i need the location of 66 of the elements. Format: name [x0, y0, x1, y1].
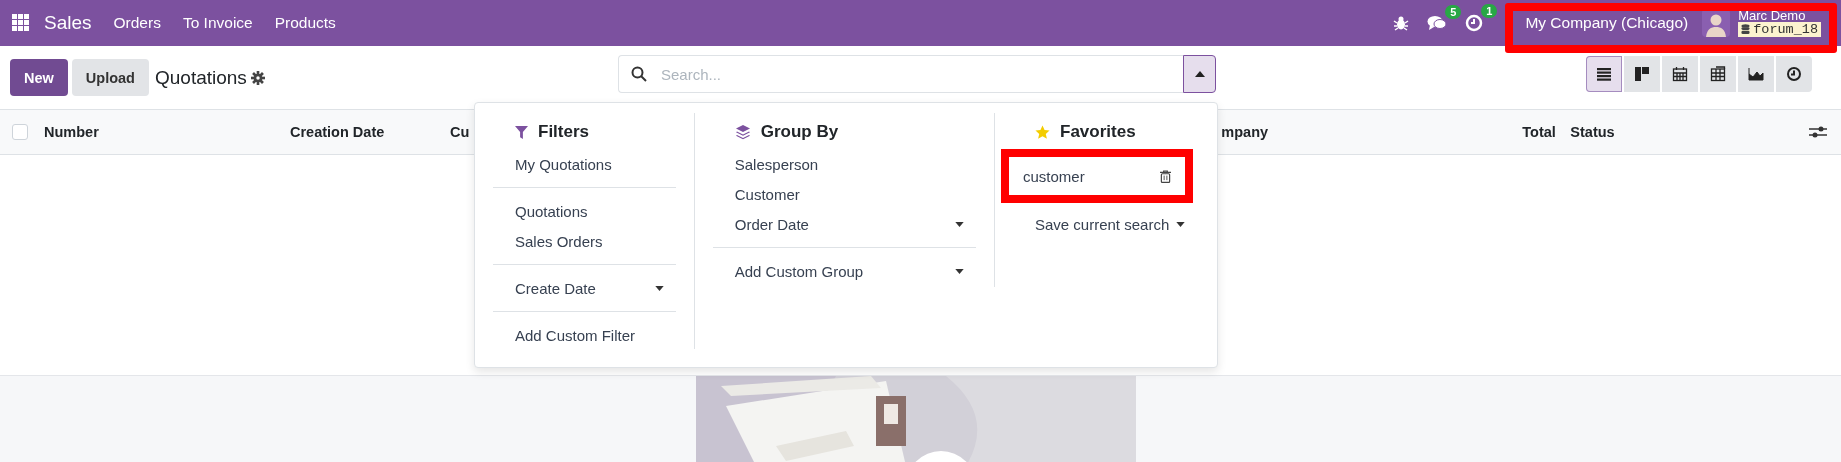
- breadcrumb-title: Quotations: [154, 66, 247, 89]
- search-icon: [631, 66, 647, 82]
- count-badge: 5: [1445, 5, 1462, 19]
- apps-menu-icon[interactable]: [12, 14, 30, 32]
- select-all-checkbox[interactable]: [12, 124, 28, 140]
- calendar-view-icon: [1672, 66, 1688, 82]
- list-view-button[interactable]: [1586, 56, 1622, 92]
- search-options-toggle[interactable]: [1183, 55, 1216, 93]
- caret-icon: [955, 221, 964, 227]
- caret-icon: [654, 285, 664, 291]
- menu-item[interactable]: Products: [274, 14, 336, 32]
- group-by-dropdown[interactable]: Add Custom Group: [712, 256, 976, 286]
- menu-item[interactable]: Orders: [113, 14, 161, 32]
- caret-icon: [1176, 221, 1185, 227]
- sliders-icon[interactable]: [1809, 125, 1827, 139]
- filter-dropdown[interactable]: Create Date: [493, 273, 676, 303]
- kanban-view-icon: [1634, 66, 1650, 82]
- chat-icon[interactable]: [1427, 15, 1448, 31]
- column-header[interactable]: Creation Date: [290, 124, 450, 140]
- avatar-icon[interactable]: [1702, 9, 1731, 37]
- list-view-icon: [1596, 66, 1612, 82]
- kanban-view-button[interactable]: [1624, 56, 1660, 92]
- column-header[interactable]: mpany: [1221, 124, 1523, 140]
- section-title: Favorites: [1060, 122, 1136, 142]
- trash-icon[interactable]: [1160, 169, 1171, 183]
- app-name[interactable]: Sales: [44, 12, 92, 34]
- database-name: forum_18: [1753, 22, 1818, 37]
- activity-view-button[interactable]: [1776, 56, 1812, 92]
- group-by-option[interactable]: Customer: [712, 179, 976, 209]
- section-title: Filters: [538, 122, 590, 142]
- column-header[interactable]: Status: [1570, 124, 1615, 140]
- group-by-option[interactable]: Salesperson: [712, 149, 976, 179]
- search-field[interactable]: Search...: [618, 55, 1183, 93]
- settings-icon[interactable]: [250, 70, 265, 85]
- funnel-icon: [515, 125, 528, 139]
- pivot-view-icon: [1710, 66, 1726, 82]
- caret-icon: [955, 268, 964, 274]
- group-by-dropdown[interactable]: Order Date: [712, 209, 976, 239]
- column-header[interactable]: Total: [1522, 124, 1571, 140]
- filter-option[interactable]: Sales Orders: [493, 226, 676, 256]
- search-input[interactable]: Search...: [659, 64, 1183, 84]
- save-search-dropdown[interactable]: Save current search: [1013, 209, 1199, 239]
- favorite-item[interactable]: customer: [1013, 161, 1185, 191]
- count-badge: 1: [1481, 4, 1498, 18]
- caret-icon: [1194, 71, 1205, 77]
- menu-item[interactable]: To Invoice: [182, 14, 253, 32]
- graph-view-button[interactable]: [1738, 56, 1774, 92]
- layers-icon: [734, 124, 751, 140]
- bug-icon[interactable]: [1393, 15, 1410, 31]
- clock-icon[interactable]: [1465, 14, 1484, 32]
- column-header[interactable]: Cu: [450, 124, 470, 140]
- activity-view-icon: [1786, 66, 1802, 82]
- database-icon: [1741, 24, 1751, 35]
- filter-option[interactable]: My Quotations: [493, 149, 676, 179]
- new-button[interactable]: New: [10, 59, 68, 96]
- filter-option[interactable]: Add Custom Filter: [493, 320, 676, 350]
- company-switcher[interactable]: My Company (Chicago): [1525, 14, 1689, 32]
- graph-view-icon: [1748, 66, 1764, 82]
- pivot-view-button[interactable]: [1700, 56, 1736, 92]
- user-name[interactable]: Marc Demo: [1738, 8, 1821, 22]
- upload-button[interactable]: Upload: [71, 59, 149, 96]
- calendar-view-button[interactable]: [1662, 56, 1698, 92]
- section-title: Group By: [760, 122, 839, 142]
- filter-option[interactable]: Quotations: [493, 196, 676, 226]
- column-header[interactable]: Number: [44, 124, 290, 140]
- star-icon: [1035, 124, 1050, 140]
